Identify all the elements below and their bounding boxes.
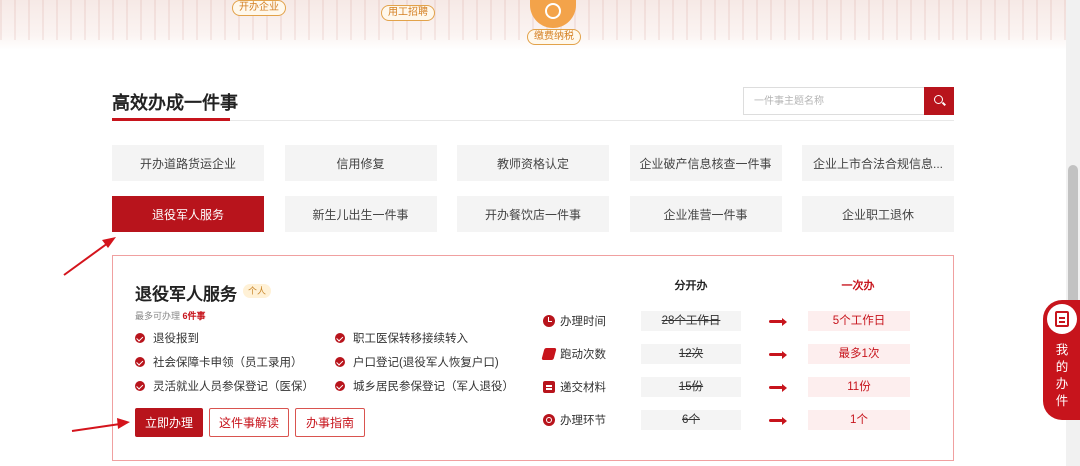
detail-panel: 退役军人服务 个人 最多可办理 6件事 退役报到 职工医保转移接续转入 社会保障… (112, 255, 954, 461)
interpretation-button[interactable]: 这件事解读 (209, 408, 289, 437)
search-box (743, 87, 954, 115)
compare-row-materials: 递交材料 15份 11份 (543, 377, 943, 397)
grid-item-restaurant[interactable]: 开办餐饮店一件事 (457, 196, 609, 232)
running-icon (541, 348, 557, 360)
annotation-arrow-to-grid (63, 242, 109, 276)
section-title: 高效办成一件事 (112, 93, 238, 113)
banner-link-start-business[interactable]: 开办企业 (232, 0, 286, 16)
list-item: 职工医保转移接续转入 (335, 330, 535, 346)
check-circle-icon (135, 333, 145, 343)
old-value: 15份 (641, 377, 741, 397)
annotation-arrowhead (102, 237, 116, 248)
document-icon (543, 381, 555, 393)
category-badge: 个人 (243, 284, 272, 298)
service-guide-button[interactable]: 办事指南 (295, 408, 365, 437)
old-value: 12次 (641, 344, 741, 364)
grid-item-credit-repair[interactable]: 信用修复 (284, 145, 437, 181)
arrow-right-icon (769, 416, 787, 425)
compare-row-time: 办理时间 28个工作日 5个工作日 (543, 311, 943, 331)
included-items-list: 退役报到 职工医保转移接续转入 社会保障卡申领（员工录用） 户口登记(退役军人恢… (135, 330, 535, 394)
my-applications-button[interactable]: 我 的 办 件 (1043, 300, 1080, 420)
clock-icon (543, 315, 555, 327)
grid-item-teacher-qualification[interactable]: 教师资格认定 (457, 145, 609, 181)
check-circle-icon (135, 357, 145, 367)
grid-item-business-permit[interactable]: 企业准营一件事 (629, 196, 782, 232)
grid-item-newborn[interactable]: 新生儿出生一件事 (284, 196, 437, 232)
apply-now-button[interactable]: 立即办理 (135, 408, 203, 437)
grid-item-road-freight[interactable]: 开办道路货运企业 (112, 145, 264, 181)
check-circle-icon (335, 381, 345, 391)
my-applications-label: 我 的 办 件 (1055, 343, 1069, 408)
banner-link-recruitment[interactable]: 用工招聘 (381, 5, 435, 21)
list-item: 户口登记(退役军人恢复户口) (335, 354, 535, 370)
list-item: 社会保障卡申领（员工录用） (135, 354, 335, 370)
compare-head-once: 一次办 (841, 280, 875, 292)
compare-row-visits: 跑动次数 12次 最多1次 (541, 344, 943, 364)
list-item: 灵活就业人员参保登记（医保） (135, 378, 335, 394)
banner-link-tax-payment[interactable]: 缴费纳税 (527, 29, 581, 45)
arrow-right-icon (769, 317, 787, 326)
title-underline (112, 118, 230, 121)
service-grid: 开办道路货运企业 信用修复 教师资格认定 企业破产信息核查一件事 企业上市合法合… (112, 145, 954, 232)
new-value: 1个 (808, 410, 910, 430)
grid-item-listing-compliance[interactable]: 企业上市合法合规信息... (802, 145, 954, 181)
new-value: 5个工作日 (808, 311, 910, 331)
clipboard-icon (1055, 311, 1069, 327)
max-items-note: 最多可办理 6件事 (135, 311, 206, 321)
compare-head-separate: 分开办 (674, 280, 708, 292)
arrow-right-icon (769, 383, 787, 392)
compare-row-steps: 办理环节 6个 1个 (543, 410, 943, 430)
old-value: 28个工作日 (641, 311, 741, 331)
panel-title: 退役军人服务 (135, 285, 237, 304)
search-button[interactable] (924, 87, 954, 115)
search-input[interactable] (743, 87, 924, 115)
list-item: 退役报到 (135, 330, 335, 346)
grid-item-employee-retirement[interactable]: 企业职工退休 (802, 196, 954, 232)
header-divider (112, 120, 954, 121)
new-value: 11份 (808, 377, 910, 397)
top-banner: 开办企业 用工招聘 缴费纳税 (0, 0, 1080, 50)
check-circle-icon (135, 381, 145, 391)
cycle-icon (543, 414, 555, 426)
grid-item-veteran-service[interactable]: 退役军人服务 (112, 196, 264, 232)
list-item: 城乡居民参保登记（军人退役） (335, 378, 535, 394)
check-circle-icon (335, 357, 345, 367)
new-value: 最多1次 (808, 344, 910, 364)
grid-item-bankruptcy-check[interactable]: 企业破产信息核查一件事 (629, 145, 782, 181)
arrow-right-icon (769, 350, 787, 359)
scrollbar-thumb[interactable] (1068, 165, 1078, 315)
old-value: 6个 (641, 410, 741, 430)
check-circle-icon (335, 333, 345, 343)
